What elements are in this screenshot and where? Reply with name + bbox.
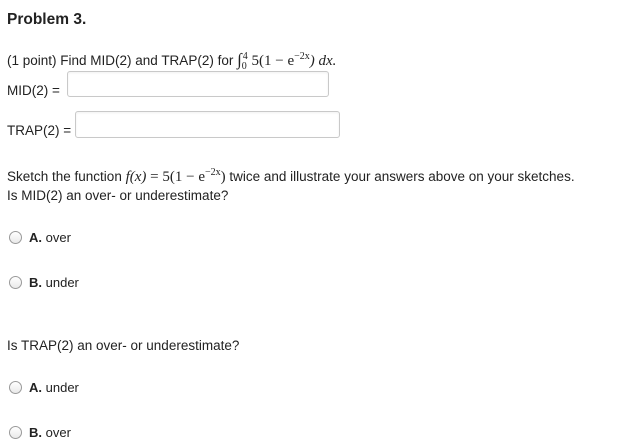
function-exponent: −2x [205,167,221,178]
sketch-suffix: twice and illustrate your answers above … [225,169,575,184]
q2-option-b[interactable]: B. over [9,425,71,440]
q2-option-a[interactable]: A. under [9,380,79,395]
trap-input[interactable] [75,111,340,138]
q1-option-a-letter: A. [29,230,42,245]
sketch-instruction: Sketch the function f(x) = 5(1 − e−2x) t… [7,167,575,186]
q1-option-b-letter: B. [29,275,42,290]
integral-expression: ∫04 5(1 − e−2x) dx. [237,50,337,72]
q1-option-a-radio[interactable] [9,231,22,244]
q2-option-b-text: over [45,425,71,440]
q1-option-b[interactable]: B. under [9,275,79,290]
q1-option-a-text: over [45,230,71,245]
integrand: 5(1 − e [251,53,295,69]
integral-upper: 4 [242,51,248,62]
mid-label: MID(2) = [7,83,60,98]
sketch-prefix: Sketch the function [7,169,122,184]
question-trap: Is TRAP(2) an over- or underestimate? [7,338,240,353]
prompt-text: (1 point) Find MID(2) and TRAP(2) for [7,53,234,68]
problem-title: Problem 3. [7,11,87,28]
question-mid: Is MID(2) an over- or underestimate? [7,188,229,203]
integral-close: ) dx. [309,53,337,69]
trap-label: TRAP(2) = [7,123,72,138]
problem-prompt: (1 point) Find MID(2) and TRAP(2) for ∫0… [7,50,336,72]
q1-option-b-radio[interactable] [9,276,22,289]
mid-input[interactable] [67,71,329,97]
q2-option-a-text: under [45,380,79,395]
q2-option-b-radio[interactable] [9,426,22,439]
q2-option-a-letter: A. [29,380,42,395]
integrand-exponent: −2x [294,51,310,62]
function-lhs: f(x) [125,169,147,185]
function-rhs: = 5(1 − e [146,169,205,185]
q1-option-a[interactable]: A. over [9,230,71,245]
q1-option-b-text: under [45,275,79,290]
function-expression: f(x) = 5(1 − e−2x) [125,167,226,185]
q2-option-a-radio[interactable] [9,381,22,394]
q2-option-b-letter: B. [29,425,42,440]
